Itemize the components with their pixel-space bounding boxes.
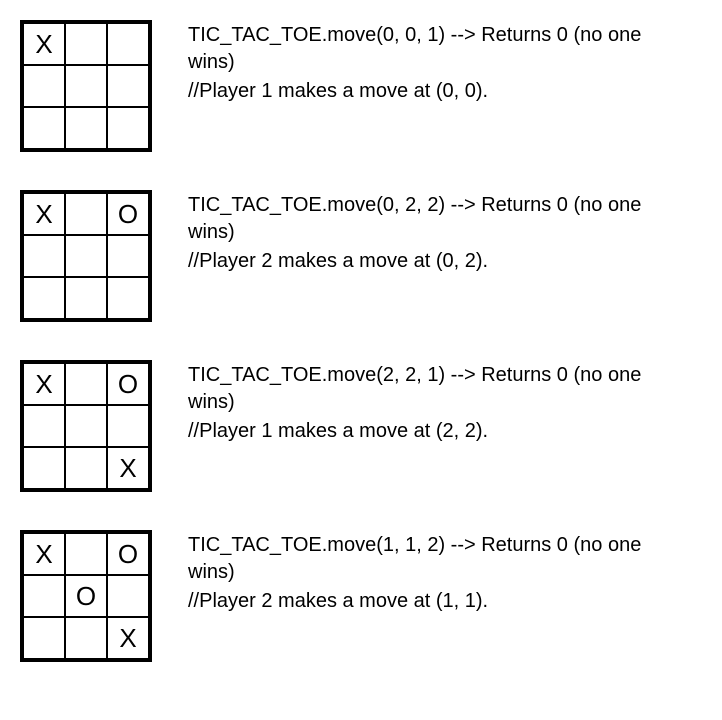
board-cell: X: [23, 23, 65, 65]
board-cell: [107, 575, 149, 617]
board-cell: [107, 23, 149, 65]
explanation-text: TIC_TAC_TOE.move(2, 2, 1) --> Returns 0 …: [188, 360, 688, 445]
board-cell: [23, 617, 65, 659]
board-cell: [107, 65, 149, 107]
board-cell: [23, 107, 65, 149]
board-cell: [65, 363, 107, 405]
board-cell: [65, 65, 107, 107]
board-cell: O: [107, 363, 149, 405]
tic-tac-toe-board: XO: [20, 190, 152, 322]
move-call-text: TIC_TAC_TOE.move(0, 0, 1) --> Returns 0 …: [188, 22, 688, 76]
board-cell: [65, 533, 107, 575]
step-0: X TIC_TAC_TOE.move(0, 0, 1) --> Returns 0…: [20, 20, 702, 152]
move-comment-text: //Player 2 makes a move at (0, 2).: [188, 248, 688, 275]
board-cell: [65, 277, 107, 319]
board-cell: [65, 447, 107, 489]
explanation-text: TIC_TAC_TOE.move(1, 1, 2) --> Returns 0 …: [188, 530, 688, 615]
board-cell: [65, 617, 107, 659]
board-cell: [23, 277, 65, 319]
board-cell: X: [23, 533, 65, 575]
move-comment-text: //Player 1 makes a move at (0, 0).: [188, 78, 688, 105]
move-comment-text: //Player 2 makes a move at (1, 1).: [188, 588, 688, 615]
board-cell: [65, 235, 107, 277]
board-cell: [107, 277, 149, 319]
board-cell: [23, 65, 65, 107]
board-cell: [65, 107, 107, 149]
board-cell: [65, 193, 107, 235]
move-call-text: TIC_TAC_TOE.move(2, 2, 1) --> Returns 0 …: [188, 362, 688, 416]
tic-tac-toe-board: X: [20, 20, 152, 152]
board-cell: [107, 107, 149, 149]
board-cell: [23, 405, 65, 447]
explanation-text: TIC_TAC_TOE.move(0, 0, 1) --> Returns 0 …: [188, 20, 688, 105]
board-cell: [23, 235, 65, 277]
board-cell: [65, 23, 107, 65]
board-cell: [107, 235, 149, 277]
step-3: XOOX TIC_TAC_TOE.move(1, 1, 2) --> Return…: [20, 530, 702, 662]
board-cell: O: [107, 193, 149, 235]
tic-tac-toe-board: XOOX: [20, 530, 152, 662]
board-cell: X: [107, 617, 149, 659]
board-cell: X: [23, 363, 65, 405]
move-call-text: TIC_TAC_TOE.move(0, 2, 2) --> Returns 0 …: [188, 192, 688, 246]
move-comment-text: //Player 1 makes a move at (2, 2).: [188, 418, 688, 445]
board-cell: [23, 575, 65, 617]
step-2: XOX TIC_TAC_TOE.move(2, 2, 1) --> Returns…: [20, 360, 702, 492]
board-cell: X: [23, 193, 65, 235]
board-cell: [65, 405, 107, 447]
move-call-text: TIC_TAC_TOE.move(1, 1, 2) --> Returns 0 …: [188, 532, 688, 586]
step-1: XO TIC_TAC_TOE.move(0, 2, 2) --> Returns …: [20, 190, 702, 322]
tic-tac-toe-board: XOX: [20, 360, 152, 492]
board-cell: O: [65, 575, 107, 617]
board-cell: X: [107, 447, 149, 489]
explanation-text: TIC_TAC_TOE.move(0, 2, 2) --> Returns 0 …: [188, 190, 688, 275]
board-cell: O: [107, 533, 149, 575]
board-cell: [23, 447, 65, 489]
board-cell: [107, 405, 149, 447]
